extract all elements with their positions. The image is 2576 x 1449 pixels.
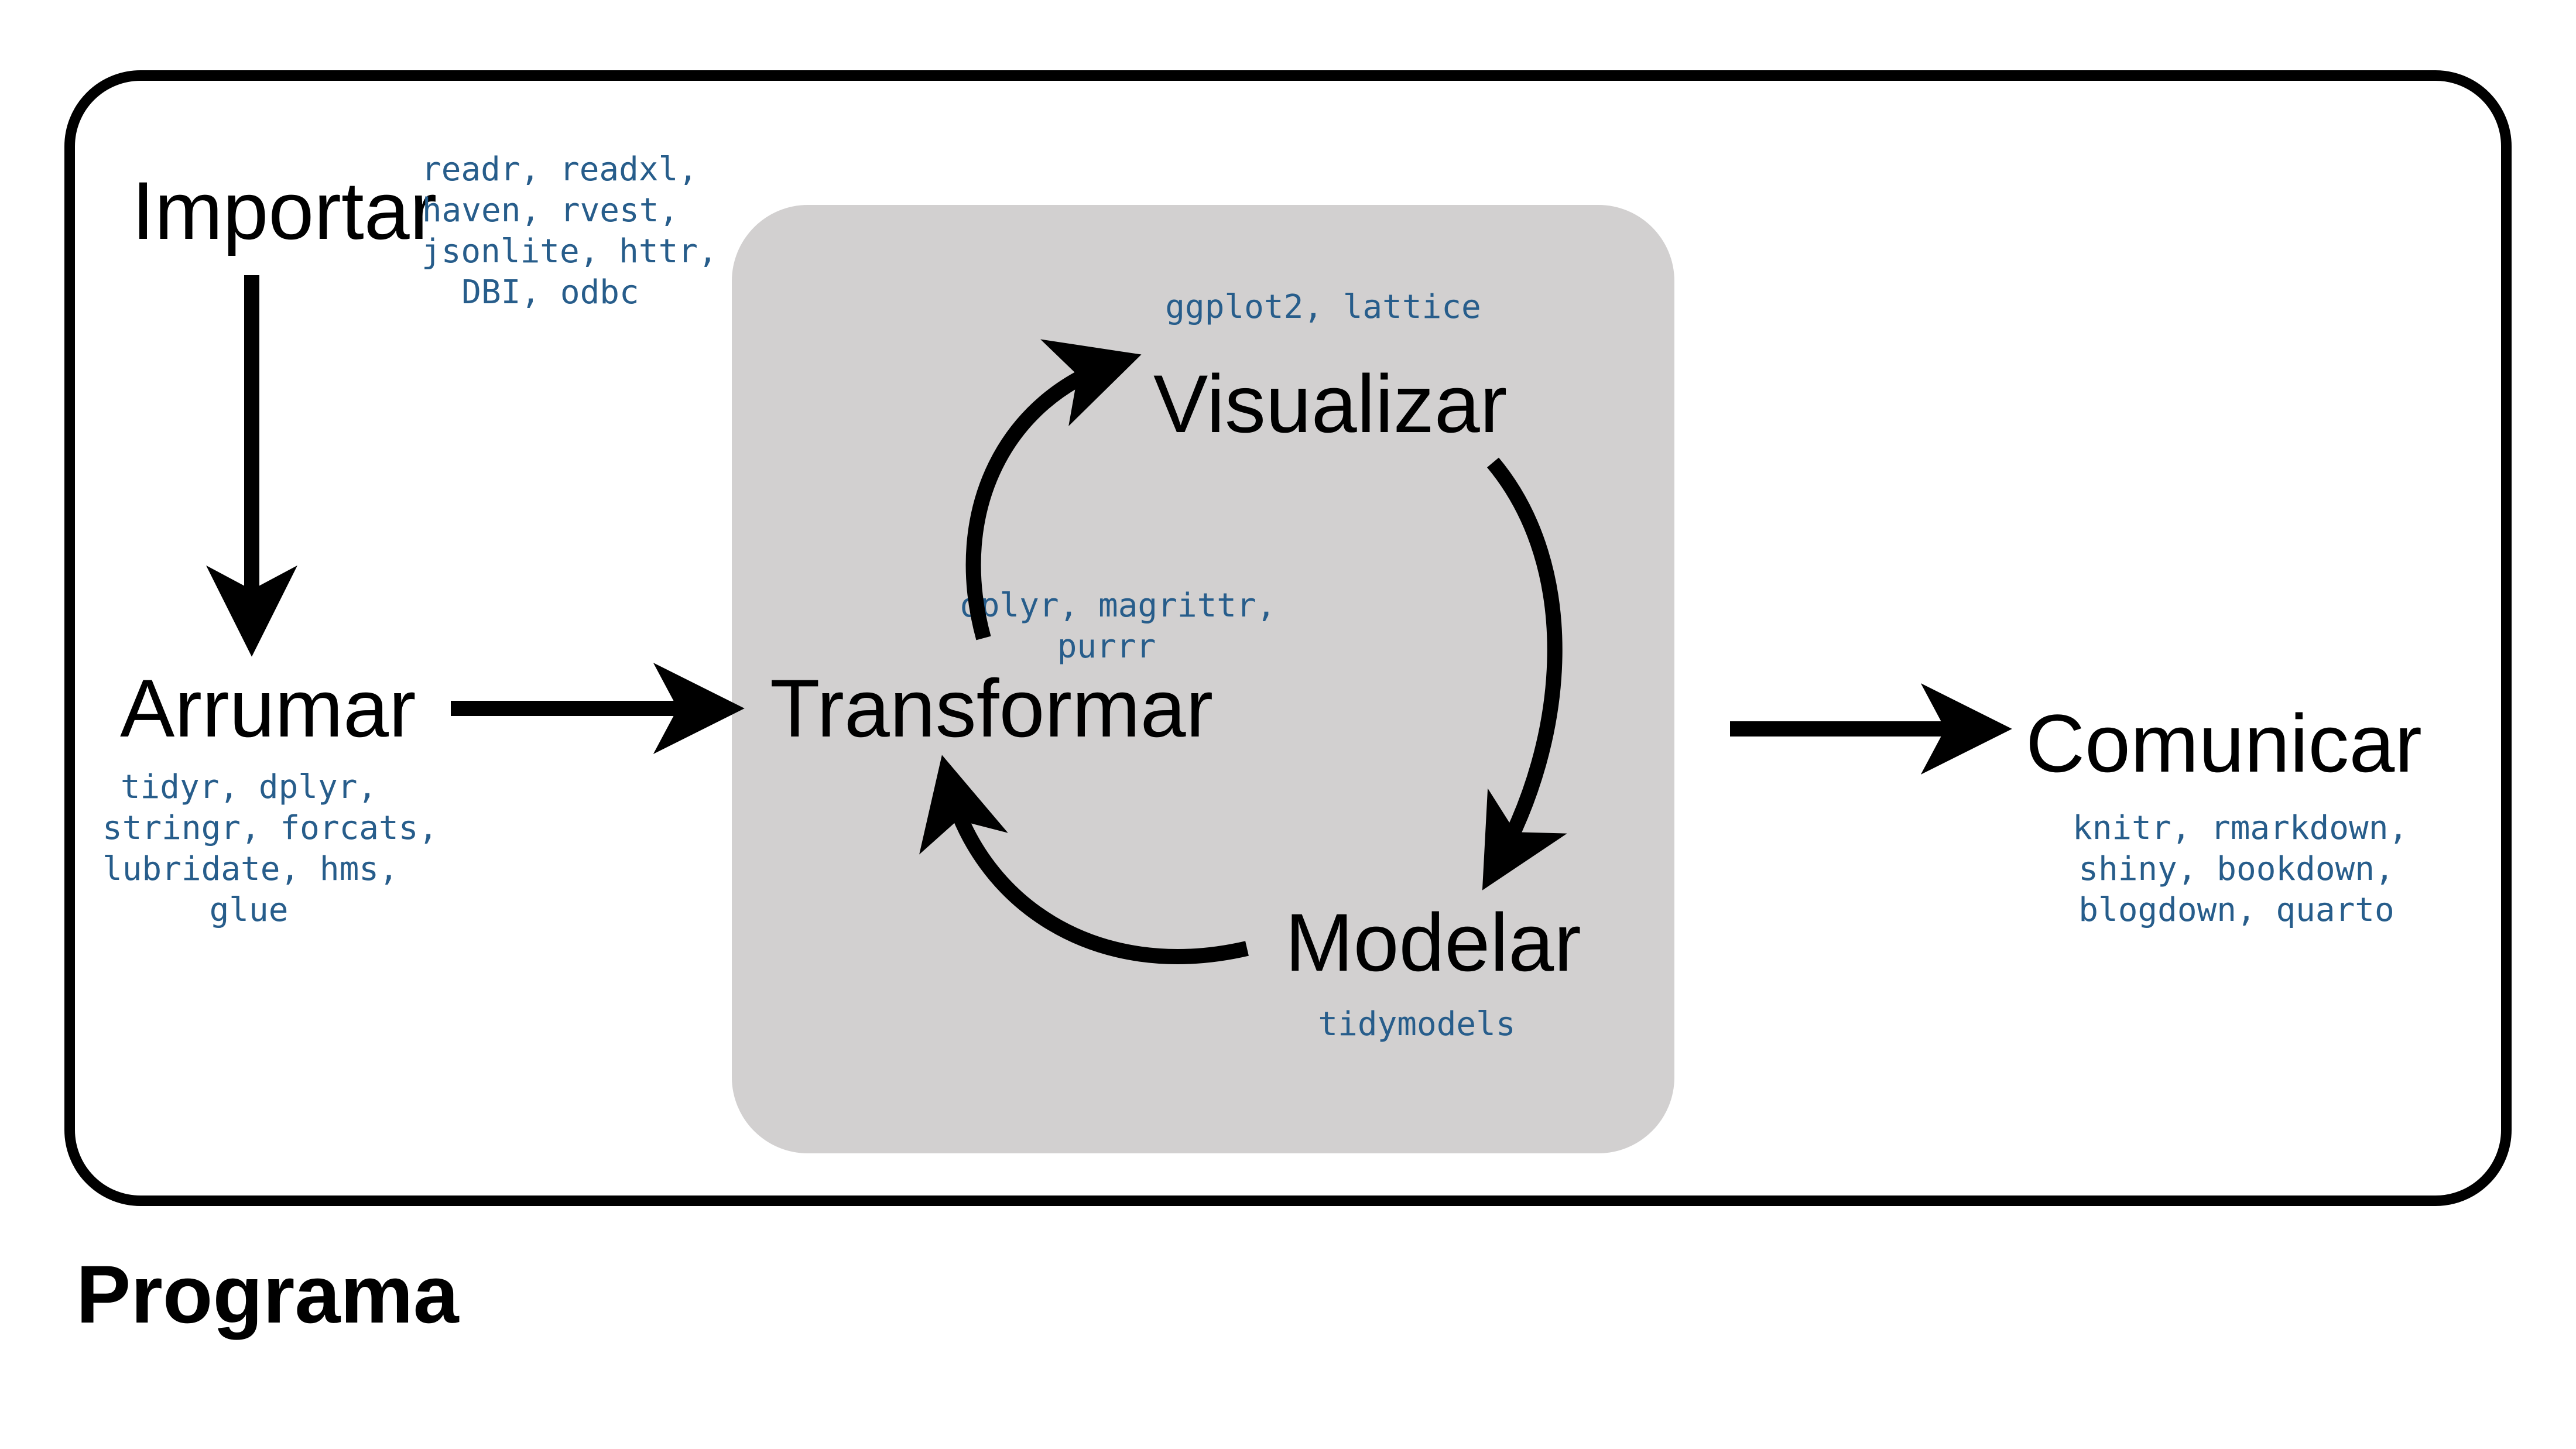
stage-import: Importar (132, 170, 437, 252)
packages-model: tidymodels (1314, 1004, 1519, 1045)
program-title: Programa (76, 1247, 459, 1342)
packages-import: readr, readxl, haven, rvest, jsonlite, h… (422, 149, 679, 313)
stage-model: Modelar (1285, 902, 1581, 984)
stage-communicate: Comunicar (2026, 703, 2422, 785)
packages-tidy: tidyr, dplyr, stringr, forcats, lubridat… (102, 767, 395, 931)
stage-visualize: Visualizar (1153, 363, 1507, 445)
packages-communicate: knitr, rmarkdown, shiny, bookdown, blogd… (2073, 808, 2400, 931)
stage-transform: Transformar (770, 667, 1213, 749)
stage-tidy: Arrumar (120, 667, 416, 749)
packages-visualize: ggplot2, lattice (1159, 287, 1487, 328)
packages-transform: dplyr, magrittr, purrr (960, 585, 1253, 667)
